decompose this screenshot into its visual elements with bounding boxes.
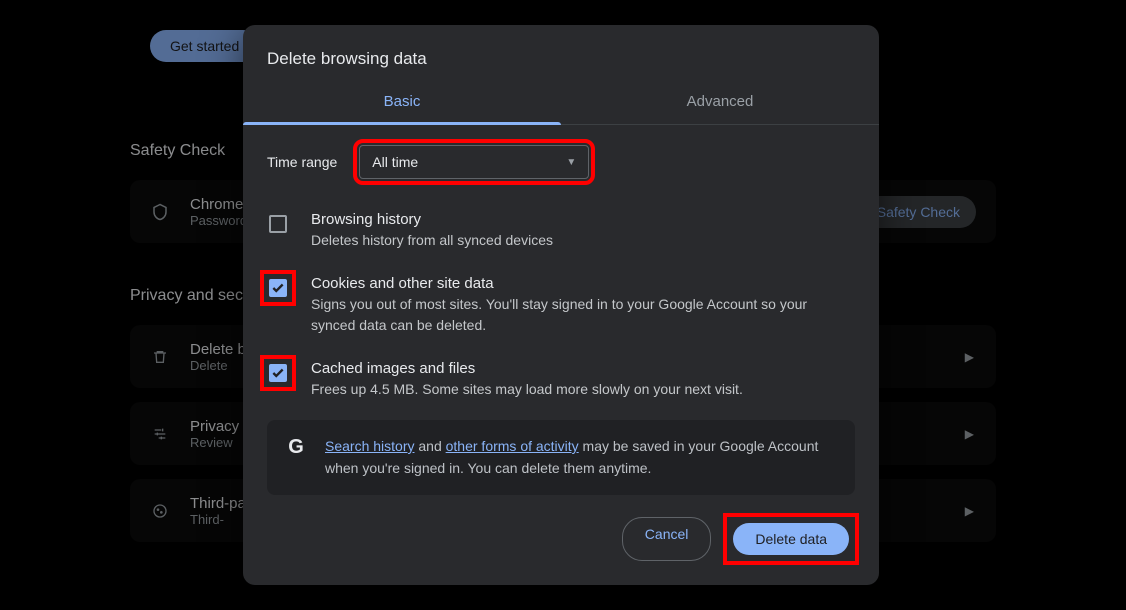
chevron-right-icon: ▶ (965, 504, 974, 518)
card-subtitle: Password (190, 213, 247, 228)
item-description: Frees up 4.5 MB. Some sites may load mor… (311, 379, 743, 400)
item-title: Cached images and files (311, 360, 743, 377)
shield-icon (150, 203, 170, 221)
cancel-button[interactable]: Cancel (622, 517, 712, 561)
item-description: Signs you out of most sites. You'll stay… (311, 294, 855, 336)
time-range-select[interactable]: All time ▼ (359, 145, 589, 179)
other-activity-link[interactable]: other forms of activity (446, 438, 579, 454)
cache-checkbox[interactable] (269, 364, 287, 382)
tab-advanced[interactable]: Advanced (561, 79, 879, 124)
search-history-link[interactable]: Search history (325, 438, 414, 454)
delete-browsing-data-dialog: Delete browsing data Basic Advanced Time… (243, 25, 879, 585)
info-text: Search history and other forms of activi… (325, 436, 837, 479)
item-title: Cookies and other site data (311, 275, 855, 292)
google-account-info: G Search history and other forms of acti… (267, 420, 855, 495)
cache-item: Cached images and files Frees up 4.5 MB.… (267, 350, 855, 414)
cookies-checkbox[interactable] (269, 279, 287, 297)
chevron-right-icon: ▶ (965, 350, 974, 364)
browsing-history-item: Browsing history Deletes history from al… (267, 201, 855, 265)
tab-basic[interactable]: Basic (243, 79, 561, 124)
cookies-item: Cookies and other site data Signs you ou… (267, 265, 855, 350)
google-icon: G (285, 436, 307, 459)
tune-icon (150, 426, 170, 442)
dialog-tabs: Basic Advanced (243, 79, 879, 125)
dialog-title: Delete browsing data (267, 49, 855, 69)
browsing-history-checkbox[interactable] (269, 215, 287, 233)
time-range-label: Time range (267, 154, 337, 170)
time-range-value: All time (372, 154, 418, 170)
delete-data-button[interactable]: Delete data (733, 523, 849, 555)
chevron-right-icon: ▶ (965, 427, 974, 441)
trash-icon (150, 349, 170, 365)
item-description: Deletes history from all synced devices (311, 230, 553, 251)
chevron-down-icon: ▼ (566, 157, 576, 168)
cookie-icon (150, 503, 170, 519)
item-title: Browsing history (311, 211, 553, 228)
card-title: Chrome (190, 196, 247, 213)
